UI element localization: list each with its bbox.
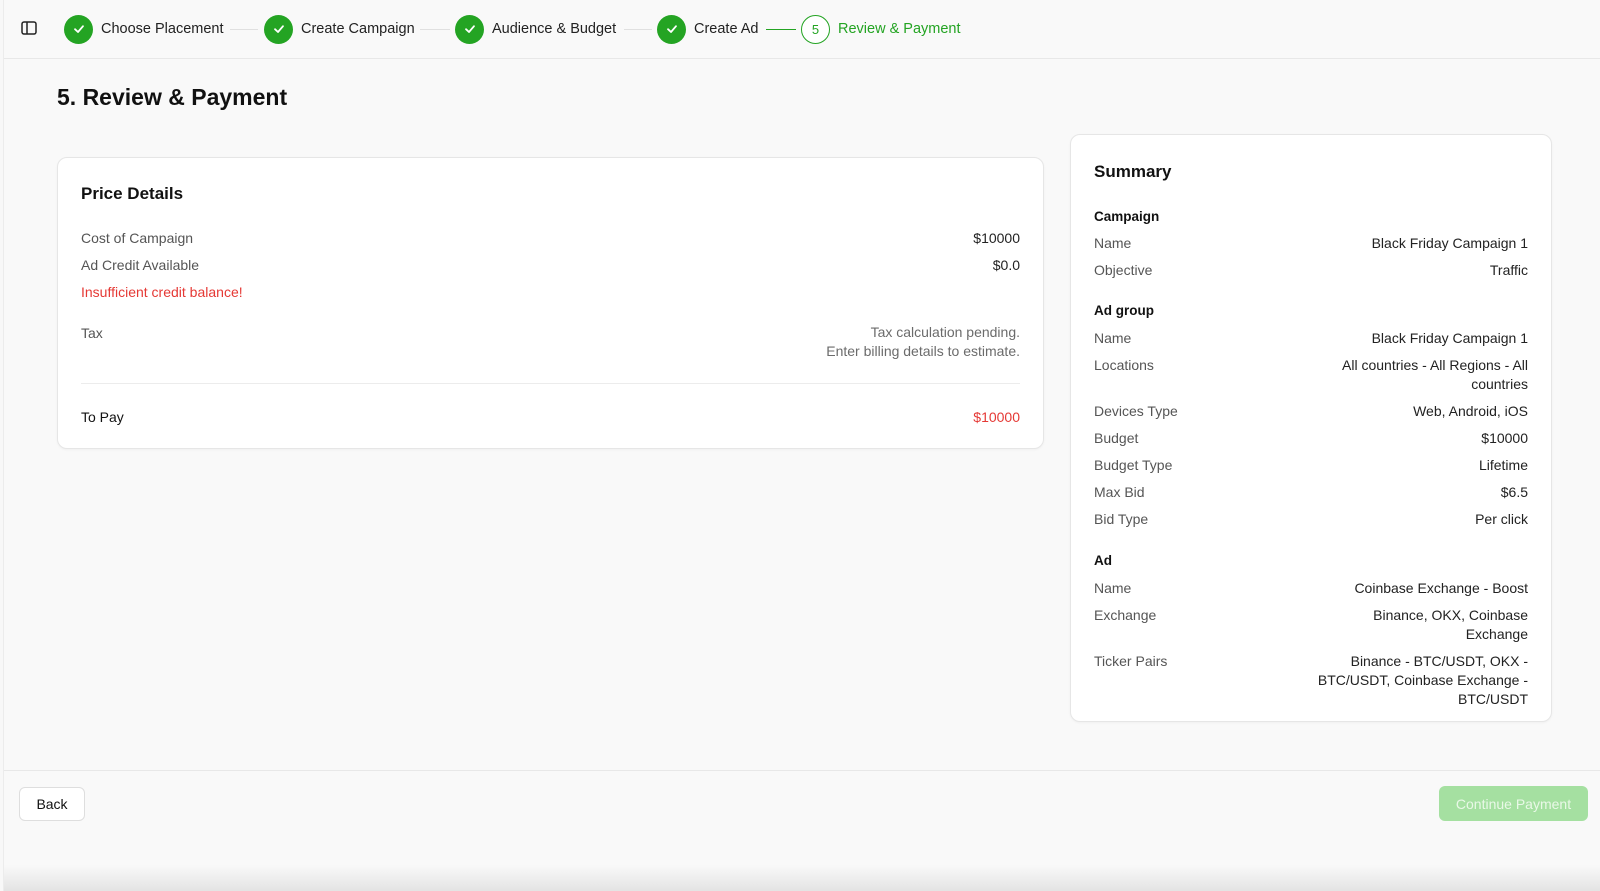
tax-label: Tax bbox=[81, 325, 103, 341]
summary-title: Summary bbox=[1094, 162, 1172, 181]
adgroup-max-bid-value: $6.5 bbox=[1500, 484, 1528, 500]
ad-name-label: Name bbox=[1094, 580, 1132, 596]
to-pay-value: $10000 bbox=[973, 409, 1020, 425]
adgroup-budget-value: $10000 bbox=[1481, 430, 1528, 446]
step-label: Review & Payment bbox=[838, 21, 961, 37]
step-label: Audience & Budget bbox=[492, 21, 617, 37]
campaign-objective-value: Traffic bbox=[1489, 262, 1528, 278]
app-frame: Choose Placement Create Campaign Audienc… bbox=[3, 0, 1600, 891]
step-review-payment[interactable]: 5 Review & Payment bbox=[801, 14, 961, 44]
sidebar-toggle-icon[interactable] bbox=[20, 19, 38, 37]
adgroup-max-bid-label: Max Bid bbox=[1094, 484, 1145, 500]
tax-note-line: Enter billing details to estimate. bbox=[826, 343, 1020, 359]
ad-name-value: Coinbase Exchange - Boost bbox=[1354, 580, 1528, 596]
tax-note-line: Tax calculation pending. bbox=[870, 324, 1020, 340]
step-connector bbox=[420, 29, 450, 30]
summary-section-ad: Ad bbox=[1094, 553, 1112, 568]
cost-value: $10000 bbox=[973, 230, 1020, 246]
step-label: Create Campaign bbox=[301, 21, 415, 37]
step-create-campaign[interactable]: Create Campaign bbox=[264, 14, 415, 44]
adgroup-devices-label: Devices Type bbox=[1094, 403, 1178, 419]
step-number: 5 bbox=[801, 14, 830, 44]
ad-ticker-label: Ticker Pairs bbox=[1094, 653, 1168, 669]
adgroup-budget-label: Budget bbox=[1094, 430, 1139, 446]
check-icon bbox=[657, 14, 686, 44]
adgroup-bid-type-value: Per click bbox=[1475, 511, 1528, 527]
adgroup-budget-type-value: Lifetime bbox=[1478, 457, 1528, 473]
adgroup-locations-value: All countries - All Regions - All countr… bbox=[1342, 357, 1528, 392]
divider bbox=[81, 383, 1020, 384]
price-details-card: Price Details Cost of Campaign $10000 Ad… bbox=[57, 157, 1044, 449]
step-choose-placement[interactable]: Choose Placement bbox=[64, 14, 224, 44]
campaign-name-label: Name bbox=[1094, 235, 1132, 251]
step-connector bbox=[624, 29, 652, 30]
credit-value: $0.0 bbox=[992, 257, 1020, 273]
summary-section-ad-group: Ad group bbox=[1094, 303, 1154, 318]
adgroup-budget-type-label: Budget Type bbox=[1094, 457, 1173, 473]
stepper-bar: Choose Placement Create Campaign Audienc… bbox=[4, 0, 1600, 59]
step-audience-budget[interactable]: Audience & Budget bbox=[455, 14, 616, 44]
adgroup-bid-type-label: Bid Type bbox=[1094, 511, 1149, 527]
step-connector bbox=[766, 29, 796, 30]
tax-note: Tax calculation pending. Enter billing d… bbox=[826, 323, 1020, 361]
check-icon bbox=[455, 14, 484, 44]
summary-card: Summary Campaign Name Black Friday Campa… bbox=[1070, 134, 1552, 722]
step-create-ad[interactable]: Create Ad bbox=[657, 14, 759, 44]
adgroup-locations-label: Locations bbox=[1094, 357, 1154, 373]
to-pay-label: To Pay bbox=[81, 409, 124, 425]
step-connector bbox=[230, 29, 258, 30]
back-button[interactable]: Back bbox=[19, 787, 85, 821]
ad-exchange-value: Binance, OKX, Coinbase Exchange bbox=[1373, 607, 1528, 642]
campaign-name-value: Black Friday Campaign 1 bbox=[1371, 235, 1528, 251]
ad-ticker-value: Binance - BTC/USDT, OKX - BTC/USDT, Coin… bbox=[1317, 653, 1528, 707]
credit-warning: Insufficient credit balance! bbox=[81, 284, 243, 300]
adgroup-name-label: Name bbox=[1094, 330, 1132, 346]
step-label: Choose Placement bbox=[101, 21, 224, 37]
cost-label: Cost of Campaign bbox=[81, 230, 194, 246]
check-icon bbox=[64, 14, 93, 44]
ad-exchange-label: Exchange bbox=[1094, 607, 1157, 623]
continue-payment-button[interactable]: Continue Payment bbox=[1439, 786, 1588, 821]
adgroup-devices-value: Web, Android, iOS bbox=[1413, 403, 1528, 419]
page-title: 5. Review & Payment bbox=[57, 84, 288, 110]
price-details-title: Price Details bbox=[81, 184, 184, 203]
adgroup-name-value: Black Friday Campaign 1 bbox=[1371, 330, 1528, 346]
campaign-objective-label: Objective bbox=[1094, 262, 1153, 278]
summary-section-campaign: Campaign bbox=[1094, 209, 1160, 224]
check-icon bbox=[264, 14, 293, 44]
credit-label: Ad Credit Available bbox=[81, 257, 200, 273]
bottom-shadow bbox=[4, 865, 1600, 891]
step-label: Create Ad bbox=[694, 21, 759, 37]
